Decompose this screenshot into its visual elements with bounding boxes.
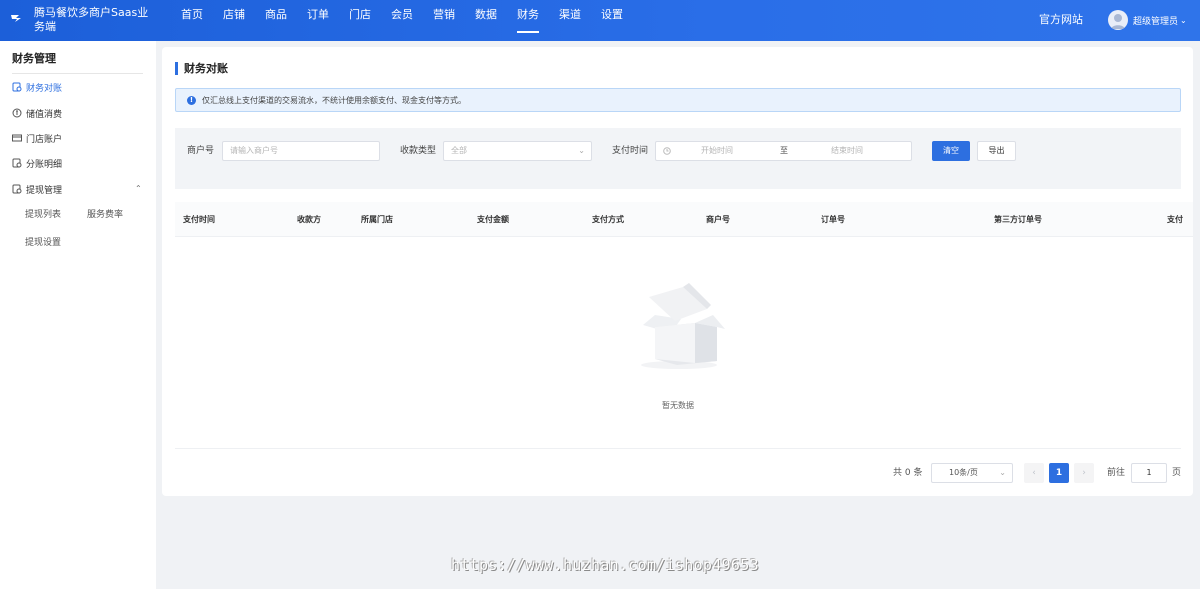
nav-item-goods[interactable]: 商品 <box>255 0 297 41</box>
clear-button[interactable]: 清空 <box>932 141 970 161</box>
brand-name: 腾马餐饮多商户Saas业务端 <box>34 6 149 33</box>
table-header: 支付时间 收款方 所属门店 支付金额 支付方式 商户号 订单号 第三方订单号 支… <box>175 202 1193 237</box>
page-title: 财务对账 <box>175 62 228 75</box>
top-navbar: 腾马餐饮多商户Saas业务端 首页 店铺 商品 订单 门店 会员 营销 数据 财… <box>0 0 1200 41</box>
nav-item-finance[interactable]: 财务 <box>507 0 549 41</box>
chevron-down-icon: ⌄ <box>1180 15 1187 25</box>
nav-item-stores[interactable]: 门店 <box>339 0 381 41</box>
column-header: 商户号 <box>706 215 730 224</box>
official-site-link[interactable]: 官方网站 <box>1039 0 1083 40</box>
empty-box-icon <box>625 267 735 377</box>
page-size-select[interactable]: 10条/页 ⌄ <box>931 463 1013 483</box>
chevron-down-icon: ⌄ <box>578 146 585 155</box>
range-separator: 至 <box>780 146 788 155</box>
prev-page-button[interactable]: ‹ <box>1024 463 1044 483</box>
sidebar-item-withdrawal[interactable]: 提现管理 <box>12 181 62 197</box>
column-header: 支付方式 <box>592 215 624 224</box>
info-alert: ! 仅汇总线上支付渠道的交易流水，不统计使用余额支付、现金支付等方式。 <box>175 88 1181 112</box>
column-header: 第三方订单号 <box>994 215 1042 224</box>
chevron-down-icon: ⌄ <box>999 468 1006 477</box>
total-count: 共 0 条 <box>893 468 923 478</box>
brand[interactable]: 腾马餐饮多商户Saas业务端 <box>10 6 160 36</box>
coin-icon <box>12 108 22 118</box>
ledger-icon <box>12 82 22 92</box>
payment-type-label: 收款类型 <box>400 146 437 156</box>
column-header: 所属门店 <box>361 215 393 224</box>
goto-label: 前往 <box>1107 468 1126 478</box>
nav-item-orders[interactable]: 订单 <box>297 0 339 41</box>
watermark-text: https://www.huzhan.com/ishop49653 <box>451 556 759 574</box>
sidebar-title: 财务管理 <box>12 52 56 65</box>
payment-time-label: 支付时间 <box>612 146 649 156</box>
export-button[interactable]: 导出 <box>977 141 1016 161</box>
sidebar-item-label: 分账明细 <box>26 159 63 170</box>
date-range-picker[interactable]: 开始时间 至 结束时间 <box>655 141 912 161</box>
nav-item-marketing[interactable]: 营销 <box>423 0 465 41</box>
nav-item-home[interactable]: 首页 <box>171 0 213 41</box>
logo-icon <box>10 13 24 23</box>
sidebar-item-label: 储值消费 <box>26 109 63 120</box>
goto-page-input[interactable]: 1 <box>1131 463 1167 483</box>
sidebar-subitem-withdraw-list[interactable]: 提现列表 <box>25 207 61 220</box>
nav-item-channels[interactable]: 渠道 <box>549 0 591 41</box>
main-panel: 财务对账 ! 仅汇总线上支付渠道的交易流水，不统计使用余额支付、现金支付等方式。… <box>162 47 1193 496</box>
sidebar-item-reconciliation[interactable]: 财务对账 <box>12 79 62 95</box>
select-value: 全部 <box>451 146 467 155</box>
avatar <box>1108 10 1128 30</box>
start-date-input[interactable]: 开始时间 <box>701 142 733 160</box>
empty-text: 暂无数据 <box>662 401 694 410</box>
sidebar-item-label: 提现管理 <box>26 185 63 196</box>
sidebar-item-store-account[interactable]: 门店账户 <box>12 130 62 146</box>
column-header: 订单号 <box>821 215 845 224</box>
column-header: 支付 <box>1167 215 1183 224</box>
user-name: 超级管理员 <box>1133 16 1179 27</box>
nav-item-data[interactable]: 数据 <box>465 0 507 41</box>
goto-unit: 页 <box>1172 468 1182 478</box>
page-size-value: 10条/页 <box>949 468 978 477</box>
main-nav: 首页 店铺 商品 订单 门店 会员 营销 数据 财务 渠道 设置 <box>171 0 633 41</box>
nav-item-shop[interactable]: 店铺 <box>213 0 255 41</box>
sidebar-subitem-withdraw-settings[interactable]: 提现设置 <box>25 235 61 248</box>
sidebar: 财务管理 财务对账 储值消费 门店账户 分账明细 提现管理 ⌃ 提现列表 服务费… <box>0 41 156 589</box>
next-page-button[interactable]: › <box>1074 463 1094 483</box>
info-icon: ! <box>187 95 196 105</box>
payment-type-select[interactable]: 全部 ⌄ <box>443 141 592 161</box>
sidebar-item-stored-value[interactable]: 储值消费 <box>12 105 62 121</box>
sidebar-item-label: 门店账户 <box>26 134 63 145</box>
sidebar-item-label: 财务对账 <box>26 83 63 94</box>
clock-icon <box>663 147 671 157</box>
merchant-input[interactable]: 请输入商户号 <box>222 141 380 161</box>
chevron-up-icon[interactable]: ⌃ <box>135 184 142 193</box>
ledger-icon <box>12 158 22 168</box>
end-date-input[interactable]: 结束时间 <box>831 142 863 160</box>
user-menu[interactable]: 超级管理员 ⌄ <box>1108 10 1187 30</box>
card-icon <box>12 133 22 143</box>
sidebar-item-split-details[interactable]: 分账明细 <box>12 155 62 171</box>
page-number-current[interactable]: 1 <box>1049 463 1069 483</box>
merchant-label: 商户号 <box>187 146 215 156</box>
filter-bar: 商户号 请输入商户号 收款类型 全部 ⌄ 支付时间 开始时间 至 结束时间 清空… <box>175 128 1181 189</box>
column-header: 支付时间 <box>183 215 215 224</box>
empty-state: 暂无数据 <box>175 237 1181 449</box>
divider <box>12 73 143 74</box>
nav-item-members[interactable]: 会员 <box>381 0 423 41</box>
nav-item-settings[interactable]: 设置 <box>591 0 633 41</box>
sidebar-subitem-service-rate[interactable]: 服务费率 <box>87 207 123 220</box>
column-header: 支付金额 <box>477 215 509 224</box>
alert-text: 仅汇总线上支付渠道的交易流水，不统计使用余额支付、现金支付等方式。 <box>202 95 466 105</box>
column-header: 收款方 <box>297 215 321 224</box>
wallet-icon <box>12 184 22 194</box>
